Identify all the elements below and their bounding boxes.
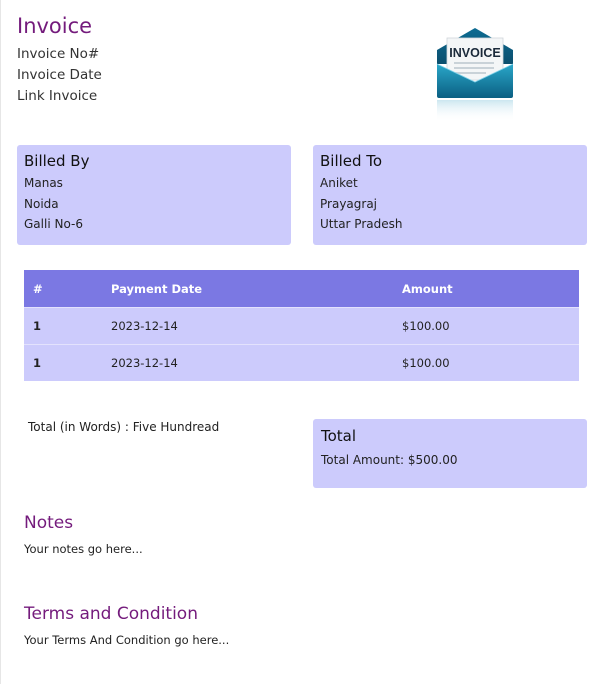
amount-cell: $100.00: [402, 356, 450, 370]
billed-to-state: Uttar Pradesh: [320, 217, 403, 231]
billed-by-city: Noida: [24, 196, 59, 211]
invoice-page: Invoice Invoice No# Invoice Date Link In…: [0, 0, 600, 684]
billed-by-street: Galli No-6: [24, 217, 83, 231]
notes-title: Notes: [24, 513, 74, 533]
table-row: 1 2023-12-14 $100.00: [24, 344, 579, 381]
total-in-words: Total (in Words) : Five Hundread: [28, 420, 220, 434]
invoice-envelope-icon: INVOICE: [435, 24, 515, 124]
billed-by-name: Manas: [24, 176, 63, 190]
notes-text: Your notes go here...: [24, 542, 143, 556]
payments-table: # Payment Date Amount 1 2023-12-14 $100.…: [24, 270, 579, 381]
page-title: Invoice: [17, 14, 93, 38]
terms-title: Terms and Condition: [24, 604, 198, 624]
table-row: 1 2023-12-14 $100.00: [24, 307, 579, 344]
total-title: Total: [321, 427, 357, 445]
total-card: Total Total Amount: $500.00: [313, 419, 587, 488]
billed-to-card: Billed To Aniket Prayagraj Uttar Pradesh: [313, 145, 587, 245]
row-number-cell: 1: [33, 356, 42, 370]
billed-by-title: Billed By: [24, 152, 90, 170]
column-header-number: #: [33, 281, 43, 296]
billed-to-city: Prayagraj: [320, 196, 378, 211]
invoice-date-label: Invoice Date: [17, 67, 102, 83]
billed-to-title: Billed To: [320, 152, 383, 170]
payment-date-cell: 2023-12-14: [111, 356, 178, 370]
terms-text: Your Terms And Condition go here...: [24, 633, 230, 647]
svg-text:INVOICE: INVOICE: [449, 46, 500, 60]
payment-date-cell: 2023-12-14: [111, 319, 178, 333]
row-number-cell: 1: [33, 319, 42, 333]
total-amount: Total Amount: $500.00: [321, 453, 458, 467]
billed-to-name: Aniket: [320, 176, 358, 190]
invoice-number-label: Invoice No#: [17, 46, 100, 62]
billed-by-card: Billed By Manas Noida Galli No-6: [17, 145, 291, 245]
link-invoice-label[interactable]: Link Invoice: [17, 86, 102, 107]
invoice-header: Invoice Invoice No# Invoice Date Link In…: [17, 12, 102, 107]
table-header-row: # Payment Date Amount: [24, 270, 579, 307]
column-header-amount: Amount: [402, 281, 453, 296]
amount-cell: $100.00: [402, 319, 450, 333]
column-header-payment-date: Payment Date: [111, 281, 203, 296]
